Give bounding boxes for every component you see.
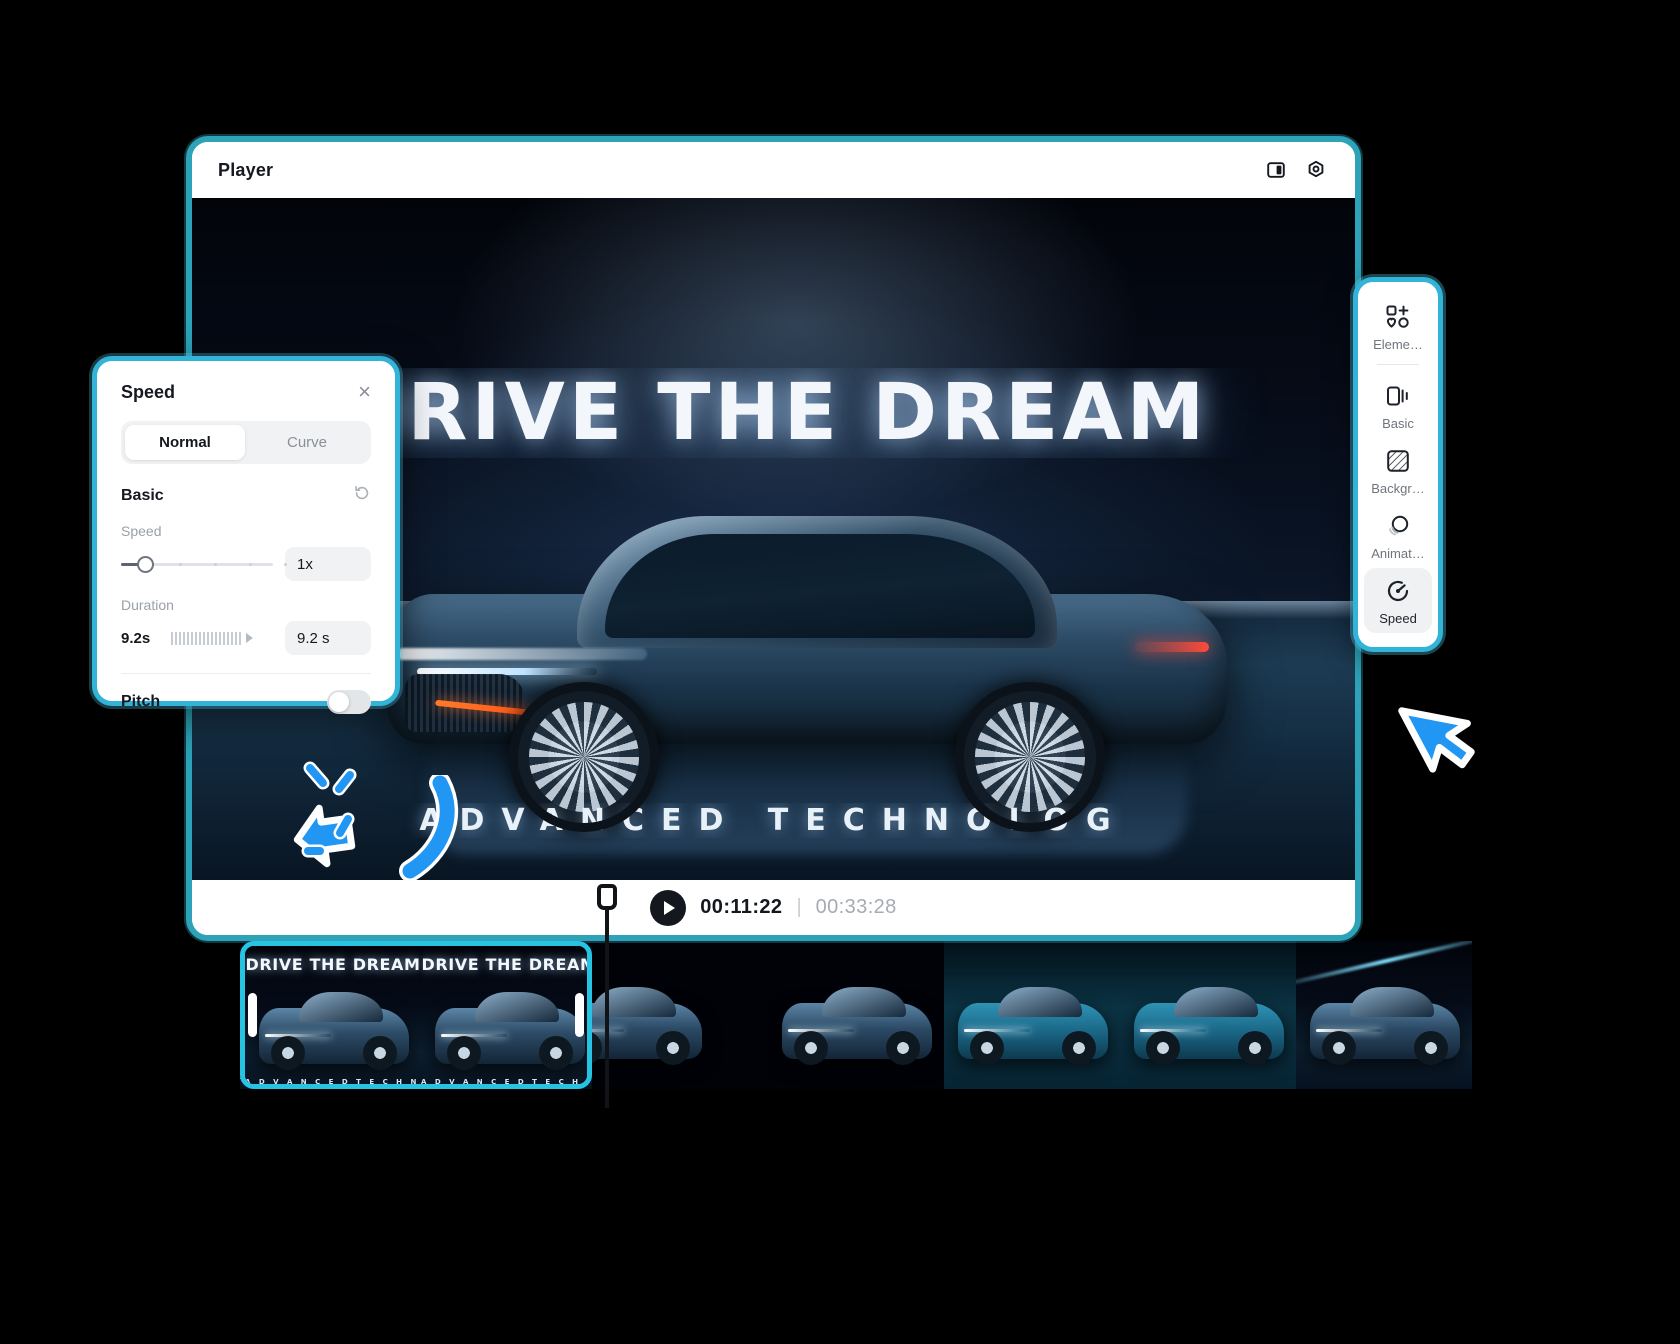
clip-trim-handle-left[interactable] — [248, 993, 257, 1037]
animation-icon — [1385, 512, 1411, 540]
thumb-wheel — [447, 1036, 481, 1070]
sidebar-item-speed[interactable]: Speed — [1364, 568, 1432, 633]
slider-tick — [249, 563, 252, 566]
timeline-playhead[interactable] — [597, 884, 617, 1108]
playhead-handle[interactable] — [597, 884, 617, 910]
thumb-wheel — [970, 1031, 1004, 1065]
sidebar-item-basic[interactable]: Basic — [1364, 373, 1432, 438]
timeline-thumb[interactable] — [768, 941, 944, 1089]
play-icon — [664, 900, 676, 915]
section-title: Basic — [121, 486, 164, 504]
thumb-wheel — [886, 1031, 920, 1065]
thumb-wheel — [1238, 1031, 1272, 1065]
sidebar-item-label: Speed — [1379, 611, 1417, 626]
thumb-wheel — [271, 1036, 305, 1070]
clip-trim-handle-right[interactable] — [575, 993, 584, 1037]
toggle-knob — [329, 692, 349, 712]
current-time: 00:11:22 — [700, 896, 783, 918]
speed-slider[interactable] — [121, 555, 287, 573]
sidebar-item-elements[interactable]: Eleme… — [1364, 294, 1432, 359]
reset-icon[interactable] — [353, 484, 371, 507]
sidebar-item-animation[interactable]: Animat… — [1364, 503, 1432, 568]
speed-panel-header: Speed × — [121, 381, 371, 403]
thumb-subtitle: A D V A N C E D T E C H N O L O G — [245, 1078, 421, 1086]
basic-icon — [1385, 382, 1411, 410]
timeline-thumb[interactable] — [592, 941, 768, 1089]
timeline-thumb[interactable]: DRIVE THE DREAM A D V A N C E D T E C H … — [421, 946, 592, 1086]
speed-control-row[interactable]: 1x — [121, 547, 371, 581]
thumb-subtitle: A D V A N C E D T E C H N O L O G — [421, 1078, 587, 1086]
speed-gauge-icon — [1385, 577, 1411, 605]
play-button[interactable] — [650, 889, 687, 926]
pitch-label: Pitch — [121, 693, 161, 710]
window-titlebar: Player — [192, 142, 1355, 198]
playhead-line — [605, 908, 609, 1108]
sidebar-item-label: Animat… — [1371, 546, 1425, 561]
timeline-thumb[interactable] — [944, 941, 1120, 1089]
screenshot-root: DRIVE THE DREAM A D V A N C E D T E C H … — [0, 0, 1680, 1344]
tools-sidebar[interactable]: Eleme… Basic Backgr… Animat… Speed — [1353, 277, 1443, 652]
elements-icon — [1385, 303, 1411, 331]
speed-value-input[interactable]: 1x — [285, 547, 371, 581]
duration-value-input[interactable]: 9.2 s — [285, 621, 371, 655]
annotation-curve — [290, 775, 480, 895]
settings-gear-icon[interactable] — [1299, 153, 1333, 187]
sidebar-item-label: Backgr… — [1371, 481, 1425, 496]
thumb-wheel — [1062, 1031, 1096, 1065]
page-title: Player — [218, 159, 274, 180]
thumb-wheel — [794, 1031, 828, 1065]
timeline-strip[interactable]: DRIVE THE DREAM A D V A N C E D T E C H … — [240, 941, 1472, 1089]
duration-left-value: 9.2s — [121, 629, 151, 647]
slider-tick — [214, 563, 217, 566]
selected-clip[interactable]: DRIVE THE DREAM A D V A N C E D T E C H … — [240, 941, 592, 1089]
sidebar-item-background[interactable]: Backgr… — [1364, 438, 1432, 503]
thumb-wheel — [656, 1031, 690, 1065]
duration-ticks[interactable] — [171, 631, 273, 645]
timeline-thumb[interactable] — [1296, 941, 1472, 1089]
panel-divider — [121, 673, 371, 674]
background-icon — [1385, 447, 1411, 475]
pitch-row[interactable]: Pitch — [121, 690, 371, 714]
tab-normal[interactable]: Normal — [125, 425, 245, 460]
speed-panel[interactable]: Speed × Normal Curve Basic Speed 1x Dura… — [92, 356, 400, 714]
timeline-thumb[interactable] — [1120, 941, 1296, 1089]
total-time: 00:33:28 — [815, 896, 897, 918]
duration-arrow-icon — [246, 633, 253, 643]
pitch-toggle[interactable] — [327, 690, 371, 714]
annotation-cursor — [1395, 690, 1505, 800]
thumb-wheel — [1414, 1031, 1448, 1065]
tab-curve[interactable]: Curve — [247, 425, 367, 460]
slider-tick — [179, 563, 182, 566]
thumb-wheel — [1322, 1031, 1356, 1065]
thumb-wheel — [539, 1036, 573, 1070]
duration-control-row[interactable]: 9.2s 9.2 s — [121, 621, 371, 655]
sidebar-item-label: Eleme… — [1373, 337, 1423, 352]
duration-field-label: Duration — [121, 597, 174, 613]
speed-mode-tabs[interactable]: Normal Curve — [121, 421, 371, 464]
thumb-title: DRIVE THE DREAM — [245, 955, 421, 974]
timeline-thumb[interactable]: DRIVE THE DREAM A D V A N C E D T E C H … — [245, 946, 421, 1086]
speed-field-label: Speed — [121, 523, 162, 539]
slider-tick — [284, 563, 287, 566]
basic-section-header: Basic — [121, 484, 371, 507]
sidebar-item-label: Basic — [1382, 416, 1414, 431]
split-panel-icon[interactable] — [1259, 153, 1293, 187]
speed-panel-title: Speed — [121, 381, 176, 402]
thumb-title: DRIVE THE DREAM — [421, 955, 592, 974]
time-separator: | — [796, 896, 802, 918]
thumb-wheel — [1146, 1031, 1180, 1065]
slider-knob[interactable] — [137, 556, 154, 573]
car-graphic — [387, 498, 1227, 854]
sidebar-divider — [1377, 364, 1419, 365]
close-icon[interactable]: × — [358, 381, 371, 403]
thumb-wheel — [363, 1036, 397, 1070]
